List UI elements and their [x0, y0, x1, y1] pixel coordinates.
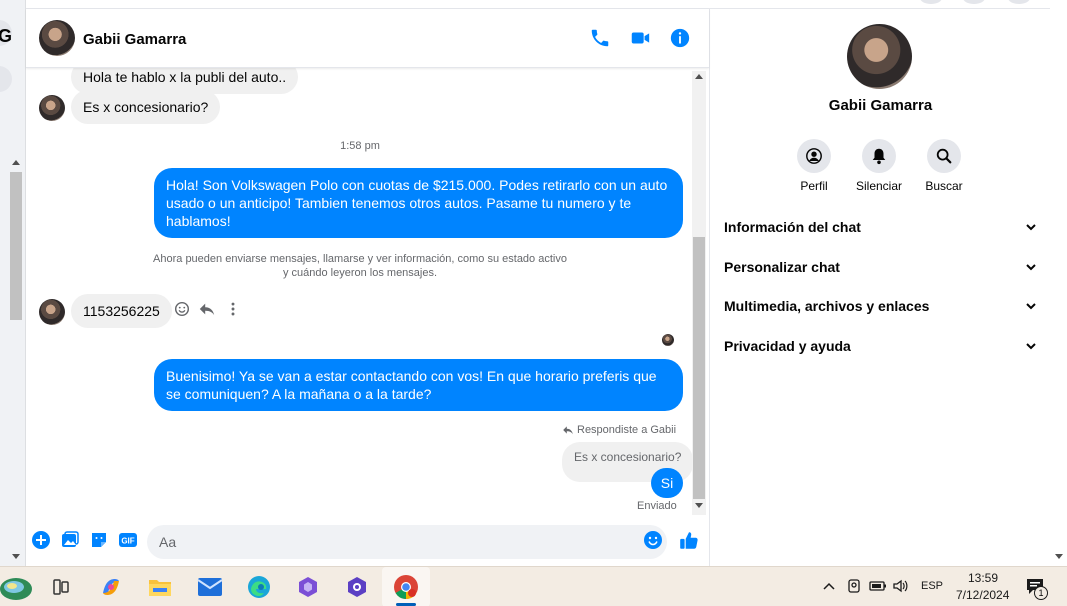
left-scroll-up-icon[interactable]	[12, 160, 20, 165]
section-privacy-help[interactable]: Privacidad y ayuda	[724, 334, 1038, 358]
left-scrollbar-thumb[interactable]	[10, 172, 22, 320]
conversation-info-panel: Gabii Gamarra Perfil Silenciar Buscar In…	[709, 8, 1050, 566]
reply-label: Respondiste a Gabii	[577, 424, 677, 436]
message-timestamp: 1:58 pm	[340, 140, 380, 152]
copilot-icon[interactable]	[97, 573, 125, 601]
mute-label: Silenciar	[855, 179, 903, 193]
notification-badge: 1	[1034, 586, 1048, 600]
chat-panel: Gabii Gamarra Hola te hablo x la publi d…	[26, 8, 709, 566]
language-indicator[interactable]: ESP	[921, 580, 943, 592]
more-options-icon[interactable]	[224, 300, 242, 318]
phone-icon[interactable]	[589, 27, 611, 49]
add-icon[interactable]	[31, 530, 51, 550]
delivery-status: Enviado	[637, 500, 677, 512]
profile-icon	[806, 148, 822, 164]
chevron-up-icon[interactable]	[822, 581, 836, 591]
mail-icon[interactable]	[196, 573, 224, 601]
seen-avatar	[662, 334, 674, 346]
camera-tray-icon[interactable]	[846, 578, 862, 594]
reply-icon[interactable]	[198, 300, 216, 318]
battery-icon[interactable]	[869, 579, 887, 593]
chevron-down-icon	[1026, 264, 1036, 271]
gif-icon[interactable]: GIF	[118, 530, 138, 550]
profile-avatar[interactable]	[847, 24, 912, 89]
search-button[interactable]: Buscar	[909, 139, 979, 193]
notice-line: Ahora pueden enviarse mensajes, llamarse…	[153, 253, 567, 265]
section-label: Privacidad y ayuda	[724, 338, 851, 354]
page-scrollbar[interactable]	[1050, 0, 1067, 566]
chevron-down-icon	[1026, 224, 1036, 231]
info-icon[interactable]	[669, 27, 691, 49]
account-avatar[interactable]	[1008, 0, 1030, 4]
clock-date[interactable]: 7/12/2024	[956, 588, 1009, 602]
top-nav-button[interactable]	[963, 0, 985, 4]
section-label: Información del chat	[724, 219, 861, 235]
chat-scroll-up-icon[interactable]	[695, 74, 703, 79]
chat-scrollbar-thumb[interactable]	[693, 237, 705, 499]
notice-line: y cuándo leyeron los mensajes.	[282, 267, 438, 279]
message-input[interactable]	[147, 525, 667, 559]
clock-time[interactable]: 13:59	[968, 571, 998, 585]
message-incoming[interactable]: Es x concesionario?	[71, 90, 221, 124]
message-incoming[interactable]: 1153256225	[71, 294, 172, 328]
section-chat-info[interactable]: Información del chat	[724, 215, 1038, 239]
react-emoji-icon[interactable]	[173, 300, 191, 318]
top-nav-button[interactable]	[920, 0, 942, 4]
section-label: Personalizar chat	[724, 259, 840, 275]
section-customize-chat[interactable]: Personalizar chat	[724, 255, 1038, 279]
office-app-icon[interactable]	[343, 573, 371, 601]
widgets-icon[interactable]	[0, 573, 34, 603]
message-list: Hola te hablo x la publi del auto.. Es x…	[26, 68, 694, 513]
profile-button[interactable]: Perfil	[779, 139, 849, 193]
reply-indicator-icon	[563, 426, 573, 435]
file-explorer-icon[interactable]	[146, 573, 174, 601]
volume-icon[interactable]	[892, 578, 910, 594]
bell-icon	[872, 148, 886, 165]
chevron-down-icon	[1026, 343, 1036, 350]
task-view-icon[interactable]	[47, 573, 75, 601]
contact-name[interactable]: Gabii Gamarra	[83, 31, 186, 48]
search-icon	[936, 148, 952, 164]
left-nav-button-2[interactable]	[0, 66, 12, 92]
composer: GIF	[26, 519, 709, 567]
connection-notice: Ahora pueden enviarse mensajes, llamarse…	[26, 252, 694, 280]
teams-app-icon[interactable]	[294, 573, 322, 601]
contact-avatar[interactable]	[39, 20, 75, 56]
chevron-down-icon	[1026, 303, 1036, 310]
left-scroll-down-icon[interactable]	[12, 554, 20, 559]
sender-avatar[interactable]	[39, 299, 65, 325]
message-outgoing[interactable]: Hola! Son Volkswagen Polo con cuotas de …	[154, 168, 683, 238]
section-label: Multimedia, archivos y enlaces	[724, 298, 930, 314]
image-icon[interactable]	[60, 530, 80, 550]
profile-label: Perfil	[800, 179, 828, 193]
page-scroll-down-icon[interactable]	[1055, 554, 1063, 559]
emoji-icon[interactable]	[643, 530, 663, 550]
message-outgoing[interactable]: Si	[651, 468, 683, 498]
chat-header: Gabii Gamarra	[26, 9, 709, 68]
like-icon[interactable]	[678, 529, 700, 551]
section-media-files[interactable]: Multimedia, archivos y enlaces	[724, 294, 1038, 318]
screen: G Gabii Gamarra Hola te hablo x la publi…	[0, 0, 1067, 606]
sticker-icon[interactable]	[89, 530, 109, 550]
sender-avatar[interactable]	[39, 95, 65, 121]
profile-name: Gabii Gamarra	[828, 97, 933, 114]
left-nav-letter: G	[0, 26, 13, 46]
taskbar: ESP 13:59 7/12/2024 1	[0, 566, 1067, 606]
message-outgoing[interactable]: Buenisimo! Ya se van a estar contactando…	[154, 359, 683, 411]
chrome-icon[interactable]	[392, 573, 420, 601]
edge-icon[interactable]	[245, 573, 273, 601]
search-label: Buscar	[925, 179, 963, 193]
svg-text:GIF: GIF	[121, 537, 134, 546]
mute-button[interactable]: Silenciar	[844, 139, 914, 193]
left-nav-strip: G	[0, 0, 26, 566]
chat-scroll-down-icon[interactable]	[695, 503, 703, 508]
video-call-icon[interactable]	[629, 27, 651, 49]
